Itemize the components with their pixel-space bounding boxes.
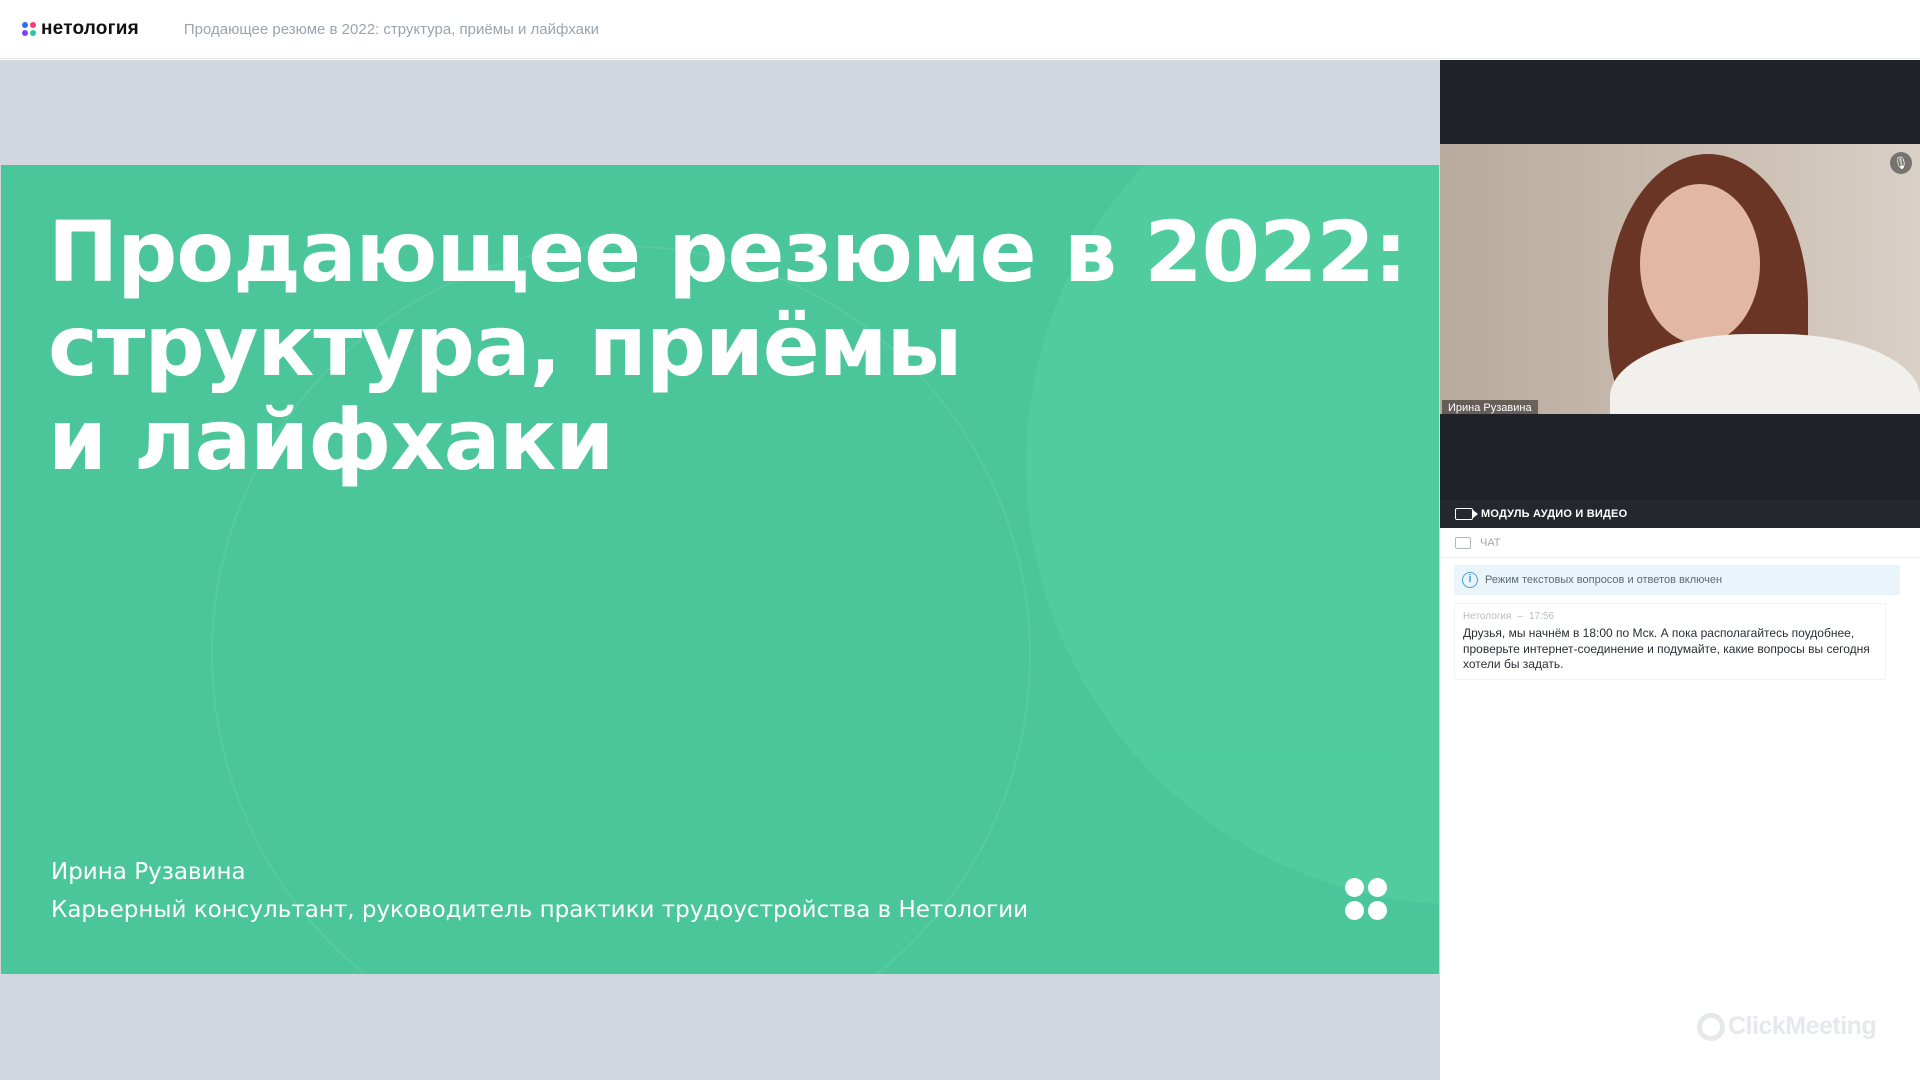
video-module: 🎙 Ирина Рузавина МОДУЛЬ АУДИО И ВИДЕО: [1440, 60, 1920, 528]
netology-logo-icon: [22, 22, 36, 36]
notice-text: Режим текстовых вопросов и ответов включ…: [1485, 574, 1723, 586]
presenter-video[interactable]: 🎙 Ирина Рузавина: [1440, 144, 1920, 414]
chat-message: Нетология –17:56 Друзья, мы начнём в 18:0…: [1454, 603, 1886, 680]
participant-name: Ирина Рузавина: [1442, 400, 1538, 414]
presenter-face: [1640, 184, 1760, 344]
top-bar: нетология Продающее резюме в 2022: струк…: [0, 0, 1920, 59]
chat-label: ЧАТ: [1480, 536, 1501, 549]
info-icon: i: [1462, 572, 1478, 588]
slide-title-line: Продающее резюме в 2022:: [48, 203, 1408, 301]
message-author: Нетология: [1463, 611, 1512, 622]
av-module-label: МОДУЛЬ АУДИО И ВИДЕО: [1481, 508, 1628, 520]
webinar-title: Продающее резюме в 2022: структура, приё…: [183, 20, 599, 38]
mic-icon[interactable]: 🎙: [1890, 152, 1912, 174]
av-module-header[interactable]: МОДУЛЬ АУДИО И ВИДЕО: [1440, 500, 1920, 528]
clickmeeting-watermark: ClickMeeting: [1697, 1012, 1877, 1041]
slide-logo-icon: [1345, 878, 1387, 920]
chat-header[interactable]: ЧАТ: [1440, 528, 1920, 558]
message-text: Друзья, мы начнём в 18:00 по Мск. А пока…: [1463, 626, 1870, 671]
clickmeeting-logo-icon: [1697, 1012, 1725, 1041]
watermark-text: ClickMeeting: [1728, 1012, 1877, 1040]
message-meta: Нетология –17:56: [1463, 611, 1555, 622]
slide-author: Ирина Рузавина: [51, 859, 246, 885]
message-time: 17:56: [1528, 611, 1555, 622]
logo-text: нетология: [41, 18, 139, 39]
netology-logo[interactable]: нетология: [22, 14, 139, 44]
presentation-slide: Продающее резюме в 2022: структура, приё…: [1, 165, 1439, 974]
slide-title: Продающее резюме в 2022: структура, приё…: [48, 205, 1408, 487]
chat-icon: [1455, 536, 1471, 549]
slide-title-line: и лайфхаки: [48, 391, 614, 489]
right-sidebar: 🎙 Ирина Рузавина МОДУЛЬ АУДИО И ВИДЕО ЧА…: [1440, 60, 1920, 1080]
camera-icon: [1455, 508, 1478, 520]
slide-title-line: структура, приёмы: [48, 297, 962, 395]
presentation-stage: Продающее резюме в 2022: структура, приё…: [0, 60, 1440, 1080]
slide-author-role: Карьерный консультант, руководитель прак…: [51, 897, 1029, 923]
qa-mode-notice: i Режим текстовых вопросов и ответов вкл…: [1454, 565, 1900, 595]
